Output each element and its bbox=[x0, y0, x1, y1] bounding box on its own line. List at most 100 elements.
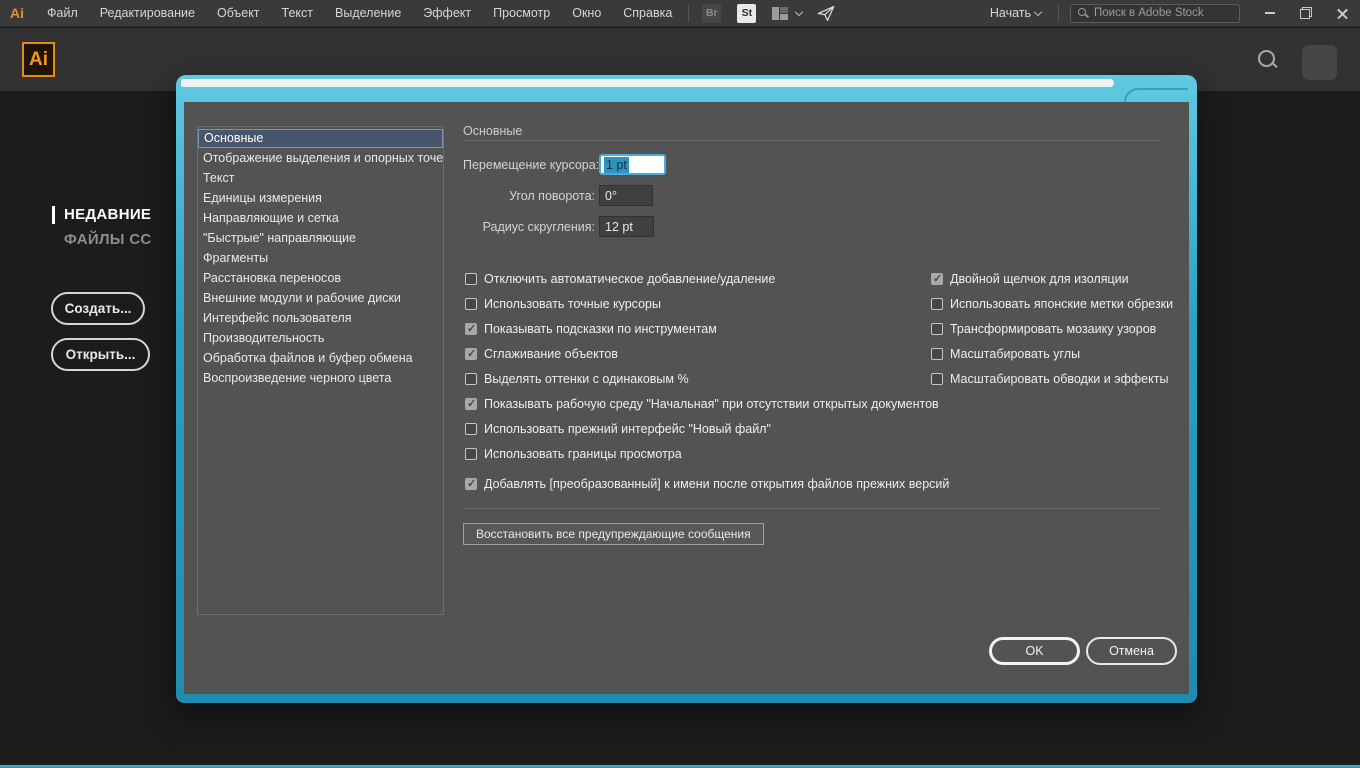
avatar[interactable] bbox=[1302, 45, 1337, 80]
divider bbox=[463, 140, 1161, 141]
chevron-down-icon bbox=[1034, 7, 1042, 15]
workspace-switcher-icon[interactable] bbox=[772, 7, 789, 20]
search-placeholder: Поиск в Adobe Stock bbox=[1094, 7, 1204, 19]
window-controls bbox=[1252, 0, 1360, 27]
preferences-dialog: Основные Отображение выделения и опорных… bbox=[176, 75, 1197, 703]
category-hyphenation[interactable]: Расстановка переносов bbox=[198, 268, 443, 288]
category-file-clipboard[interactable]: Обработка файлов и буфер обмена bbox=[198, 348, 443, 368]
checkbox[interactable] bbox=[465, 398, 477, 410]
menu-effect[interactable]: Эффект bbox=[412, 6, 482, 20]
category-smart-guides[interactable]: "Быстрые" направляющие bbox=[198, 228, 443, 248]
menu-object[interactable]: Объект bbox=[206, 6, 271, 20]
checkbox[interactable] bbox=[465, 273, 477, 285]
general-fields: Перемещение курсора: 1 pt Угол поворота:… bbox=[463, 154, 666, 247]
checkbox-row[interactable]: Сглаживание объектов bbox=[465, 341, 949, 366]
divider bbox=[463, 508, 1161, 509]
category-general[interactable]: Основные bbox=[198, 129, 443, 148]
field-row: Радиус скругления: 12 pt bbox=[463, 216, 666, 237]
section-title: Основные bbox=[463, 124, 522, 138]
checkbox-label: Добавлять [преобразованный] к имени посл… bbox=[484, 477, 949, 491]
selected-text: 1 pt bbox=[604, 157, 629, 173]
menu-bar: Ai Файл Редактирование Объект Текст Выде… bbox=[0, 0, 1360, 27]
menu-file[interactable]: Файл bbox=[36, 6, 89, 20]
stock-icon[interactable]: St bbox=[737, 4, 756, 23]
keyboard-increment-label: Перемещение курсора: bbox=[463, 158, 595, 172]
constrain-angle-input[interactable]: 0° bbox=[599, 185, 653, 206]
start-label: Начать bbox=[990, 6, 1031, 20]
illustrator-logo: Ai bbox=[22, 42, 55, 77]
preferences-category-list: Основные Отображение выделения и опорных… bbox=[197, 126, 444, 615]
open-button[interactable]: Открыть... bbox=[51, 338, 150, 371]
menu-window[interactable]: Окно bbox=[561, 6, 612, 20]
cancel-button[interactable]: Отмена bbox=[1086, 637, 1177, 665]
checkbox[interactable] bbox=[465, 348, 477, 360]
checkbox-row[interactable]: Показывать рабочую среду "Начальная" при… bbox=[465, 391, 949, 416]
category-guides-grid[interactable]: Направляющие и сетка bbox=[198, 208, 443, 228]
checkbox[interactable] bbox=[931, 323, 943, 335]
category-plugins-scratch[interactable]: Внешние модули и рабочие диски bbox=[198, 288, 443, 308]
ok-button[interactable]: OK bbox=[989, 637, 1080, 665]
checkbox[interactable] bbox=[465, 478, 477, 490]
nav-item-cc-files[interactable]: ФАЙЛЫ CC bbox=[64, 231, 152, 248]
close-button[interactable] bbox=[1324, 0, 1360, 27]
dialog-content: Основные Отображение выделения и опорных… bbox=[184, 102, 1189, 694]
minimize-icon bbox=[1265, 12, 1275, 14]
checkbox-row[interactable]: Отключить автоматическое добавление/удал… bbox=[465, 266, 949, 291]
checkbox-row[interactable]: Использовать границы просмотра bbox=[465, 441, 949, 466]
checkbox-row[interactable]: Показывать подсказки по инструментам bbox=[465, 316, 949, 341]
keyboard-increment-input[interactable]: 1 pt bbox=[599, 154, 666, 175]
field-value: 0° bbox=[605, 189, 617, 203]
divider bbox=[1058, 5, 1059, 22]
menu-type[interactable]: Текст bbox=[271, 6, 324, 20]
checkbox[interactable] bbox=[931, 273, 943, 285]
checkbox-row[interactable]: Масштабировать обводки и эффекты bbox=[931, 366, 1173, 391]
checkbox-label: Выделять оттенки с одинаковым % bbox=[484, 372, 689, 386]
checkbox[interactable] bbox=[465, 448, 477, 460]
checkbox-row[interactable]: Выделять оттенки с одинаковым % bbox=[465, 366, 949, 391]
checkbox[interactable] bbox=[465, 423, 477, 435]
checkbox-row[interactable]: Масштабировать углы bbox=[931, 341, 1173, 366]
menu-view[interactable]: Просмотр bbox=[482, 6, 561, 20]
checkbox-row[interactable]: Использовать точные курсоры bbox=[465, 291, 949, 316]
checkbox-row[interactable]: Двойной щелчок для изоляции bbox=[931, 266, 1173, 291]
checkbox[interactable] bbox=[465, 323, 477, 335]
checkbox-row[interactable]: Трансформировать мозаику узоров bbox=[931, 316, 1173, 341]
checkbox[interactable] bbox=[931, 373, 943, 385]
search-icon[interactable] bbox=[1256, 48, 1280, 72]
category-performance[interactable]: Производительность bbox=[198, 328, 443, 348]
chevron-down-icon[interactable] bbox=[795, 7, 803, 15]
checkbox-row[interactable]: Использовать японские метки обрезки bbox=[931, 291, 1173, 316]
category-selection-anchor[interactable]: Отображение выделения и опорных точек bbox=[198, 148, 443, 168]
corner-radius-input[interactable]: 12 pt bbox=[599, 216, 654, 237]
category-units[interactable]: Единицы измерения bbox=[198, 188, 443, 208]
checkbox[interactable] bbox=[465, 298, 477, 310]
checkbox[interactable] bbox=[931, 298, 943, 310]
nav-item-recent[interactable]: НЕДАВНИЕ bbox=[64, 206, 151, 223]
checkbox[interactable] bbox=[931, 348, 943, 360]
adobe-stock-search-input[interactable]: Поиск в Adobe Stock bbox=[1070, 4, 1240, 23]
bridge-icon[interactable]: Br bbox=[702, 4, 721, 23]
checkbox-row[interactable]: Добавлять [преобразованный] к имени посл… bbox=[465, 471, 949, 496]
category-slices[interactable]: Фрагменты bbox=[198, 248, 443, 268]
menu-select[interactable]: Выделение bbox=[324, 6, 412, 20]
checkbox-label: Сглаживание объектов bbox=[484, 347, 618, 361]
start-dropdown[interactable]: Начать bbox=[982, 6, 1053, 20]
category-user-interface[interactable]: Интерфейс пользователя bbox=[198, 308, 443, 328]
create-button[interactable]: Создать... bbox=[51, 292, 145, 325]
checkbox-label: Показывать подсказки по инструментам bbox=[484, 322, 717, 336]
reset-warnings-button[interactable]: Восстановить все предупреждающие сообщен… bbox=[463, 523, 764, 545]
menu-help[interactable]: Справка bbox=[612, 6, 683, 20]
checkbox[interactable] bbox=[465, 373, 477, 385]
restore-icon bbox=[1300, 7, 1312, 19]
close-icon bbox=[1337, 8, 1348, 19]
menu-edit[interactable]: Редактирование bbox=[89, 6, 206, 20]
category-type[interactable]: Текст bbox=[198, 168, 443, 188]
share-icon[interactable] bbox=[816, 5, 836, 22]
minimize-button[interactable] bbox=[1252, 0, 1288, 27]
checkbox-label: Использовать точные курсоры bbox=[484, 297, 661, 311]
checkbox-row[interactable]: Использовать прежний интерфейс "Новый фа… bbox=[465, 416, 949, 441]
restore-button[interactable] bbox=[1288, 0, 1324, 27]
category-black-appearance[interactable]: Воспроизведение черного цвета bbox=[198, 368, 443, 388]
checkbox-label: Отключить автоматическое добавление/удал… bbox=[484, 272, 775, 286]
dialog-titlebar-strip[interactable] bbox=[181, 79, 1114, 87]
